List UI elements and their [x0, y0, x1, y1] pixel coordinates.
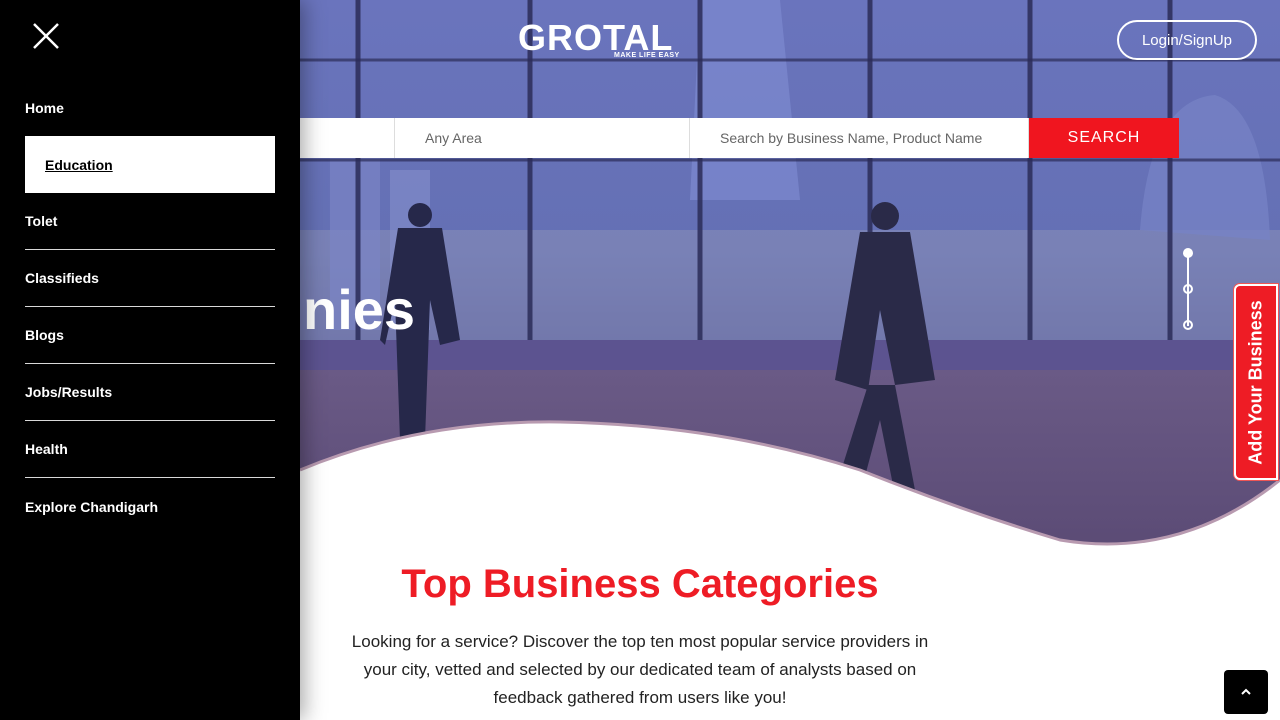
add-your-business-tab[interactable]: Add Your Business: [1234, 284, 1278, 480]
slider-dot-2[interactable]: [1183, 284, 1193, 294]
hero-slider-pagination: [1182, 248, 1194, 332]
sidebar-item-classifieds[interactable]: Classifieds: [25, 250, 275, 307]
business-search-input[interactable]: Search by Business Name, Product Name: [690, 118, 1029, 158]
sidebar-item-education[interactable]: Education: [25, 136, 275, 193]
sidebar-item-blogs[interactable]: Blogs: [25, 307, 275, 364]
add-your-business-label: Add Your Business: [1245, 299, 1266, 465]
section-title: Top Business Categories: [401, 562, 879, 606]
chevron-up-icon: [1241, 688, 1251, 695]
close-icon: [33, 23, 59, 49]
side-navigation-drawer: Home Education Tolet Classifieds Blogs J…: [0, 0, 300, 720]
sidebar-item-health[interactable]: Health: [25, 421, 275, 478]
logo-tagline: MAKE LIFE EASY: [614, 52, 680, 59]
login-signup-button[interactable]: Login/SignUp: [1117, 20, 1257, 60]
section-description: Looking for a service? Discover the top …: [351, 632, 929, 707]
search-bar: Any Area Search by Business Name, Produc…: [300, 118, 1179, 158]
sidebar-item-explore-chandigarh[interactable]: Explore Chandigarh: [25, 478, 275, 535]
close-menu-button[interactable]: [26, 16, 66, 56]
city-select[interactable]: [300, 118, 395, 158]
slider-dot-3[interactable]: [1183, 320, 1193, 330]
search-button[interactable]: SEARCH: [1029, 118, 1179, 158]
slider-dot-1[interactable]: [1183, 248, 1193, 258]
sidebar-item-home[interactable]: Home: [25, 79, 275, 136]
scroll-to-top-button[interactable]: [1224, 670, 1268, 714]
logo-wordmark: GROTAL: [518, 17, 674, 58]
sidebar-item-tolet[interactable]: Tolet: [25, 193, 275, 250]
grotal-logo[interactable]: GROTAL MAKE LIFE EASY: [518, 20, 688, 64]
hero-heading: nies: [303, 278, 416, 341]
area-input[interactable]: Any Area: [395, 118, 690, 158]
sidebar-item-jobs-results[interactable]: Jobs/Results: [25, 364, 275, 421]
sidebar-menu: Home Education Tolet Classifieds Blogs J…: [25, 79, 275, 535]
